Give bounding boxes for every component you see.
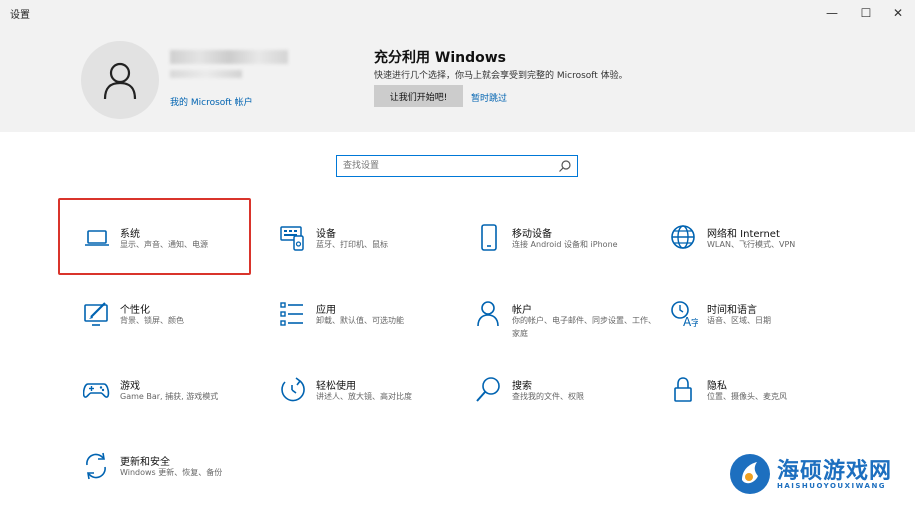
tile-title: 移动设备 — [512, 229, 552, 240]
tile-time-language[interactable]: A 字 时间和语言 语音、区域、日期 — [670, 300, 855, 362]
skip-for-now-link[interactable]: 暂时跳过 — [471, 91, 507, 104]
tile-ease-of-access[interactable]: 轻松使用 讲述人、放大镜、高对比度 — [279, 376, 464, 438]
tile-devices[interactable]: 设备 蓝牙、打印机、鼠标 — [279, 224, 464, 286]
tile-description: 连接 Android 设备和 iPhone — [512, 240, 618, 249]
close-icon: ✕ — [892, 6, 904, 20]
promo-title: 充分利用 Windows — [374, 50, 506, 66]
person-icon — [477, 301, 499, 327]
promo-description: 快速进行几个选择，你马上就会享受到完整的 Microsoft 体验。 — [374, 71, 628, 81]
user-icon — [103, 62, 137, 100]
tile-description-extra: 家庭 — [512, 329, 528, 338]
tile-description: 蓝牙、打印机、鼠标 — [316, 240, 388, 249]
window-title: 设置 — [10, 10, 30, 21]
tile-description: Windows 更新、恢复、备份 — [120, 468, 223, 477]
tile-description: 位置、摄像头、麦克风 — [707, 392, 787, 401]
close-button[interactable]: ✕ — [881, 0, 915, 26]
tile-description: 讲述人、放大镜、高对比度 — [316, 392, 412, 401]
tile-description: 你的帐户、电子邮件、同步设置、工作、 — [512, 316, 656, 325]
search-icon — [476, 377, 500, 402]
globe-icon — [671, 225, 695, 249]
tile-privacy[interactable]: 隐私 位置、摄像头、麦克风 — [670, 376, 855, 438]
tile-description: 查找我的文件、权限 — [512, 392, 584, 401]
title-bar: 设置 — ☐ ✕ — [0, 0, 915, 26]
watermark: 海硕游戏网 HAISHUOYOUXIWANG — [727, 450, 907, 496]
avatar[interactable] — [81, 41, 159, 119]
apps-icon — [280, 302, 303, 326]
tile-phone[interactable]: 移动设备 连接 Android 设备和 iPhone — [475, 224, 660, 286]
tile-title: 搜索 — [512, 381, 532, 392]
tile-gaming[interactable]: 游戏 Game Bar, 捕获, 游戏模式 — [83, 376, 268, 438]
tile-network[interactable]: 网络和 Internet WLAN、飞行模式、VPN — [670, 224, 855, 286]
devices-icon — [280, 226, 304, 251]
account-name-blurred — [170, 50, 288, 64]
watermark-text: 海硕游戏网 — [777, 459, 893, 484]
tile-title: 个性化 — [120, 305, 150, 316]
get-started-button[interactable]: 让我们开始吧! — [374, 85, 463, 107]
tile-title: 应用 — [316, 305, 336, 316]
microsoft-account-link[interactable]: 我的 Microsoft 帐户 — [170, 95, 253, 108]
minimize-button[interactable]: — — [815, 0, 849, 26]
update-icon — [86, 452, 106, 480]
tile-title: 更新和安全 — [120, 457, 170, 468]
account-header: 我的 Microsoft 帐户 充分利用 Windows 快速进行几个选择，你马… — [0, 26, 915, 132]
tile-title: 网络和 Internet — [707, 229, 780, 240]
watermark-logo-icon — [730, 454, 770, 494]
tile-title: 设备 — [316, 229, 336, 240]
tile-title: 系统 — [120, 229, 140, 240]
tile-accounts[interactable]: 帐户 你的帐户、电子邮件、同步设置、工作、 家庭 — [475, 300, 660, 362]
minimize-icon: — — [826, 6, 838, 20]
search-icon[interactable] — [558, 159, 572, 173]
lock-icon — [674, 377, 692, 402]
time-language-icon: A 字 — [671, 301, 698, 328]
ease-of-access-icon — [281, 377, 305, 402]
tile-description: 语音、区域、日期 — [707, 316, 771, 325]
tile-search[interactable]: 搜索 查找我的文件、权限 — [475, 376, 660, 438]
tile-title: 帐户 — [512, 305, 532, 316]
svg-text:字: 字 — [691, 317, 698, 328]
tile-update-security[interactable]: 更新和安全 Windows 更新、恢复、备份 — [83, 452, 268, 514]
tile-personalization[interactable]: 个性化 背景、锁屏、颜色 — [83, 300, 268, 362]
tile-system[interactable]: 系统 显示、声音、通知、电源 — [83, 224, 268, 286]
personalization-icon — [84, 302, 108, 326]
tile-description: 显示、声音、通知、电源 — [120, 240, 208, 249]
search-input[interactable] — [343, 158, 553, 174]
tile-apps[interactable]: 应用 卸载、默认值、可选功能 — [279, 300, 464, 362]
search-box[interactable] — [336, 155, 578, 177]
laptop-icon — [85, 230, 109, 246]
tile-title: 时间和语言 — [707, 305, 757, 316]
maximize-icon: ☐ — [860, 6, 872, 20]
tile-description: 卸载、默认值、可选功能 — [316, 316, 404, 325]
tile-description: 背景、锁屏、颜色 — [120, 316, 184, 325]
tile-title: 隐私 — [707, 381, 727, 392]
tile-description: WLAN、飞行模式、VPN — [707, 240, 796, 249]
gamepad-icon — [83, 383, 110, 398]
tile-title: 轻松使用 — [316, 381, 356, 392]
maximize-button[interactable]: ☐ — [849, 0, 883, 26]
watermark-subtext: HAISHUOYOUXIWANG — [777, 482, 887, 490]
phone-icon — [481, 224, 497, 251]
tile-description: Game Bar, 捕获, 游戏模式 — [120, 392, 219, 401]
account-email-blurred — [170, 70, 242, 78]
tile-title: 游戏 — [120, 381, 140, 392]
